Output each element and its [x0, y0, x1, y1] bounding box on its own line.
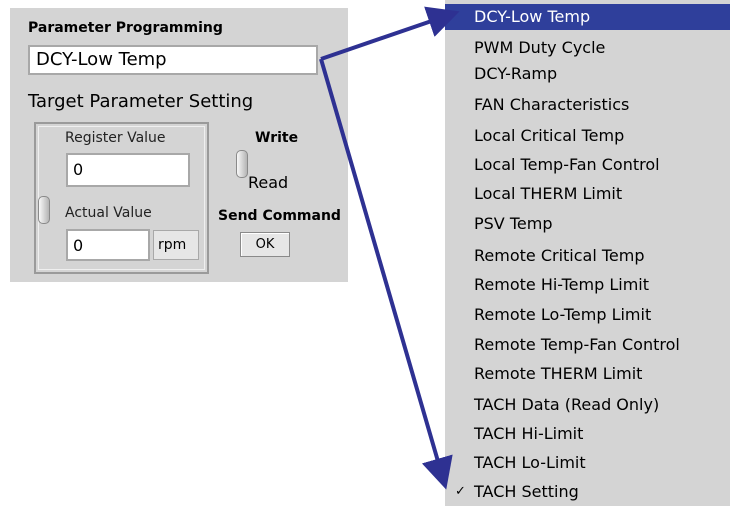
- dropdown-arrows: [319, 6, 460, 490]
- arrow-to-first-item: [320, 6, 460, 61]
- arrow-to-last-item: [319, 58, 453, 490]
